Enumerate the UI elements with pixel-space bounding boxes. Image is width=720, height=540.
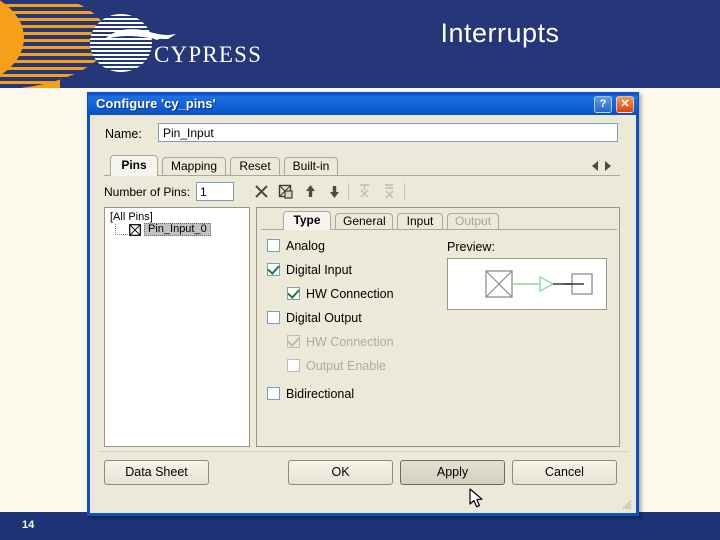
tab-type[interactable]: Type bbox=[283, 211, 331, 230]
resize-grip-icon[interactable] bbox=[622, 500, 632, 510]
output-enable-label: Output Enable bbox=[306, 359, 386, 373]
number-of-pins-label: Number of Pins: bbox=[104, 185, 191, 199]
edit-pin-icon[interactable] bbox=[276, 182, 295, 201]
check-icon bbox=[267, 262, 280, 275]
cancel-button[interactable]: Cancel bbox=[512, 460, 617, 485]
number-of-pins-input[interactable]: 1 bbox=[196, 182, 234, 201]
slide-footer bbox=[0, 512, 720, 540]
close-icon[interactable]: ✕ bbox=[616, 96, 634, 113]
dialog-title: Configure 'cy_pins' bbox=[96, 96, 216, 111]
pin-properties-tabstrip: Type General Input Output bbox=[261, 211, 617, 230]
join-pin-icon bbox=[380, 182, 399, 201]
tree-item-pin-input-0[interactable]: Pin_Input_0 bbox=[144, 223, 211, 236]
pins-tree-panel[interactable]: [All Pins] Pin_Input_0 bbox=[104, 207, 250, 447]
tab-reset[interactable]: Reset bbox=[230, 157, 280, 176]
tab-next-icon[interactable] bbox=[605, 161, 611, 171]
toolbar-separator-2 bbox=[404, 183, 405, 200]
move-up-icon[interactable] bbox=[301, 182, 320, 201]
hw-connection-output-label: HW Connection bbox=[306, 335, 394, 349]
tab-nav-arrows[interactable] bbox=[590, 157, 620, 173]
hw-connection-input-checkbox-box[interactable] bbox=[287, 286, 300, 300]
tab-pins[interactable]: Pins bbox=[110, 155, 158, 176]
name-input[interactable]: Pin_Input bbox=[158, 123, 618, 142]
digital-input-checkbox-box[interactable] bbox=[267, 262, 280, 276]
delete-pin-icon[interactable] bbox=[252, 182, 271, 201]
slide-number: 14 bbox=[22, 519, 35, 531]
tab-output: Output bbox=[447, 213, 499, 230]
tab-general[interactable]: General bbox=[335, 213, 393, 230]
split-pin-icon bbox=[355, 182, 374, 201]
dialog-titlebar[interactable]: Configure 'cy_pins' ? ✕ bbox=[87, 92, 639, 115]
pin-symbol-icon bbox=[129, 223, 141, 236]
pin-preview-diagram-icon bbox=[485, 270, 593, 298]
pin-properties-panel: Type General Input Output Analog Digital… bbox=[256, 207, 620, 447]
output-enable-checkbox-box bbox=[287, 359, 300, 372]
move-down-icon[interactable] bbox=[325, 182, 344, 201]
bidirectional-checkbox-box[interactable] bbox=[267, 387, 280, 400]
digital-output-checkbox-box[interactable] bbox=[267, 311, 280, 324]
analog-label: Analog bbox=[286, 239, 325, 253]
mouse-cursor-icon bbox=[469, 488, 483, 508]
cypress-logo: CYPRESS bbox=[90, 12, 263, 76]
bidirectional-label: Bidirectional bbox=[286, 387, 355, 401]
check-icon bbox=[287, 334, 300, 347]
hw-connection-input-label: HW Connection bbox=[306, 287, 394, 301]
digital-input-label: Digital Input bbox=[286, 263, 353, 277]
slide-header: CYPRESS Interrupts bbox=[0, 0, 720, 88]
name-label: Name: bbox=[105, 127, 142, 141]
ok-button[interactable]: OK bbox=[288, 460, 393, 485]
dialog-tabstrip: Pins Mapping Reset Built-in bbox=[104, 155, 620, 176]
preview-label: Preview: bbox=[447, 240, 495, 254]
tabstrip-divider bbox=[104, 175, 620, 176]
help-button[interactable]: ? bbox=[594, 96, 612, 113]
data-sheet-button[interactable]: Data Sheet bbox=[104, 460, 209, 485]
analog-checkbox-box[interactable] bbox=[267, 239, 280, 252]
digital-output-label: Digital Output bbox=[286, 311, 362, 325]
tab-built-in[interactable]: Built-in bbox=[284, 157, 338, 176]
tab-mapping[interactable]: Mapping bbox=[162, 157, 226, 176]
tab-input[interactable]: Input bbox=[397, 213, 443, 230]
page-title: Interrupts bbox=[440, 18, 560, 48]
tab-prev-icon[interactable] bbox=[592, 161, 598, 171]
apply-button[interactable]: Apply bbox=[400, 460, 505, 485]
tree-connector bbox=[115, 224, 128, 235]
toolbar-separator bbox=[348, 183, 349, 200]
hw-connection-output-checkbox-box bbox=[287, 334, 300, 348]
button-row-divider bbox=[98, 451, 628, 452]
pins-toolbar: Number of Pins: 1 bbox=[104, 181, 620, 203]
pin-preview-box bbox=[447, 258, 607, 310]
tree-root-label: [All Pins] bbox=[110, 211, 153, 223]
dialog-button-row: Data Sheet OK Apply Cancel bbox=[90, 460, 636, 500]
check-icon bbox=[287, 286, 300, 299]
logo-wordmark: CYPRESS bbox=[154, 42, 263, 67]
